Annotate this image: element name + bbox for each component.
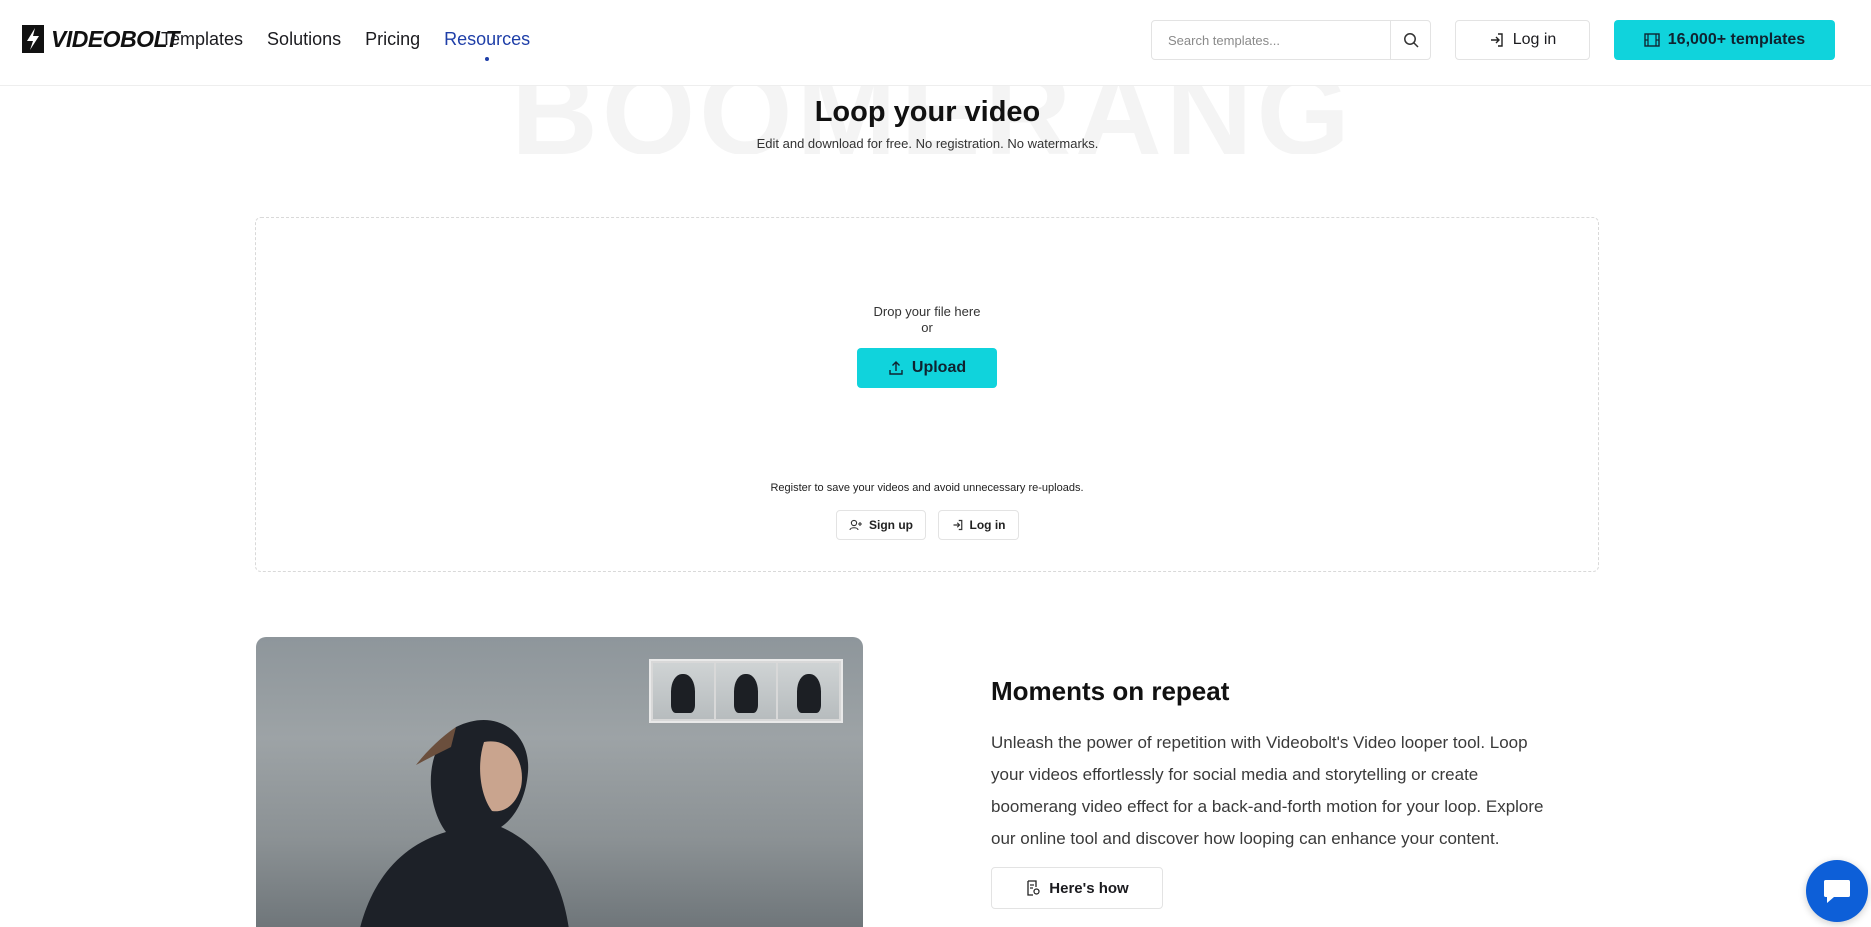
upload-button[interactable]: Upload [857,348,997,388]
feature-description: Unleash the power of repetition with Vid… [991,733,1544,848]
loop-frame [778,663,840,719]
dropzone-login-button[interactable]: Log in [938,510,1019,540]
upload-label: Upload [911,359,967,376]
search-icon [1403,33,1419,48]
loop-frame [715,663,777,719]
feature-video-preview[interactable] [256,637,863,927]
nav-solutions[interactable]: Solutions [267,27,341,51]
search-button[interactable] [1390,21,1430,59]
heres-how-button[interactable]: Here's how [991,867,1163,909]
search-box [1151,20,1431,60]
signup-label: Sign up [869,518,913,532]
or-text: or [921,320,933,335]
site-header: VIDEOBOLT Templates Solutions Pricing Re… [0,0,1871,86]
heres-how-label: Here's how [1049,879,1129,897]
chat-widget-button[interactable] [1806,860,1868,922]
templates-button[interactable]: 16,000+ templates [1614,20,1835,60]
register-hint: Register to save your videos and avoid u… [770,482,1084,494]
signup-button[interactable]: Sign up [836,510,926,540]
login-label: Log in [1512,31,1557,48]
feature-title: Moments on repeat [991,676,1230,706]
upload-icon [889,361,903,375]
videobolt-logo[interactable]: VIDEOBOLT [18,22,179,56]
login-icon [953,519,962,531]
nav-resources-label: Resources [444,29,531,49]
chat-icon [1824,880,1850,903]
nav-pricing[interactable]: Pricing [365,27,420,51]
nav-templates[interactable]: Templates [161,27,243,51]
active-indicator [485,57,490,61]
main-nav: Templates Solutions Pricing Resources [161,27,531,61]
page-title: Loop your video [814,96,1041,128]
page-subtitle: Edit and download for free. No registrat… [756,136,1099,151]
search-input[interactable] [1152,21,1390,59]
file-dropzone[interactable]: Drop your file here or Upload Register t… [255,217,1599,572]
nav-resources[interactable]: Resources [444,27,531,61]
login-button[interactable]: Log in [1455,20,1590,60]
bolt-logo-icon [22,25,44,53]
templates-label: 16,000+ templates [1667,31,1806,48]
document-search-icon [1027,880,1040,896]
drop-text: Drop your file here [873,304,981,319]
drop-instructions: Drop your file here or [256,304,1598,336]
runner-image [360,719,569,927]
dropzone-login-label: Log in [969,518,1006,532]
loop-frames-strip [649,659,843,723]
login-icon [1490,33,1503,47]
logo-text: VIDEOBOLT [51,25,179,52]
loop-frame [653,663,714,719]
add-user-icon [849,519,862,531]
film-icon [1644,33,1660,47]
